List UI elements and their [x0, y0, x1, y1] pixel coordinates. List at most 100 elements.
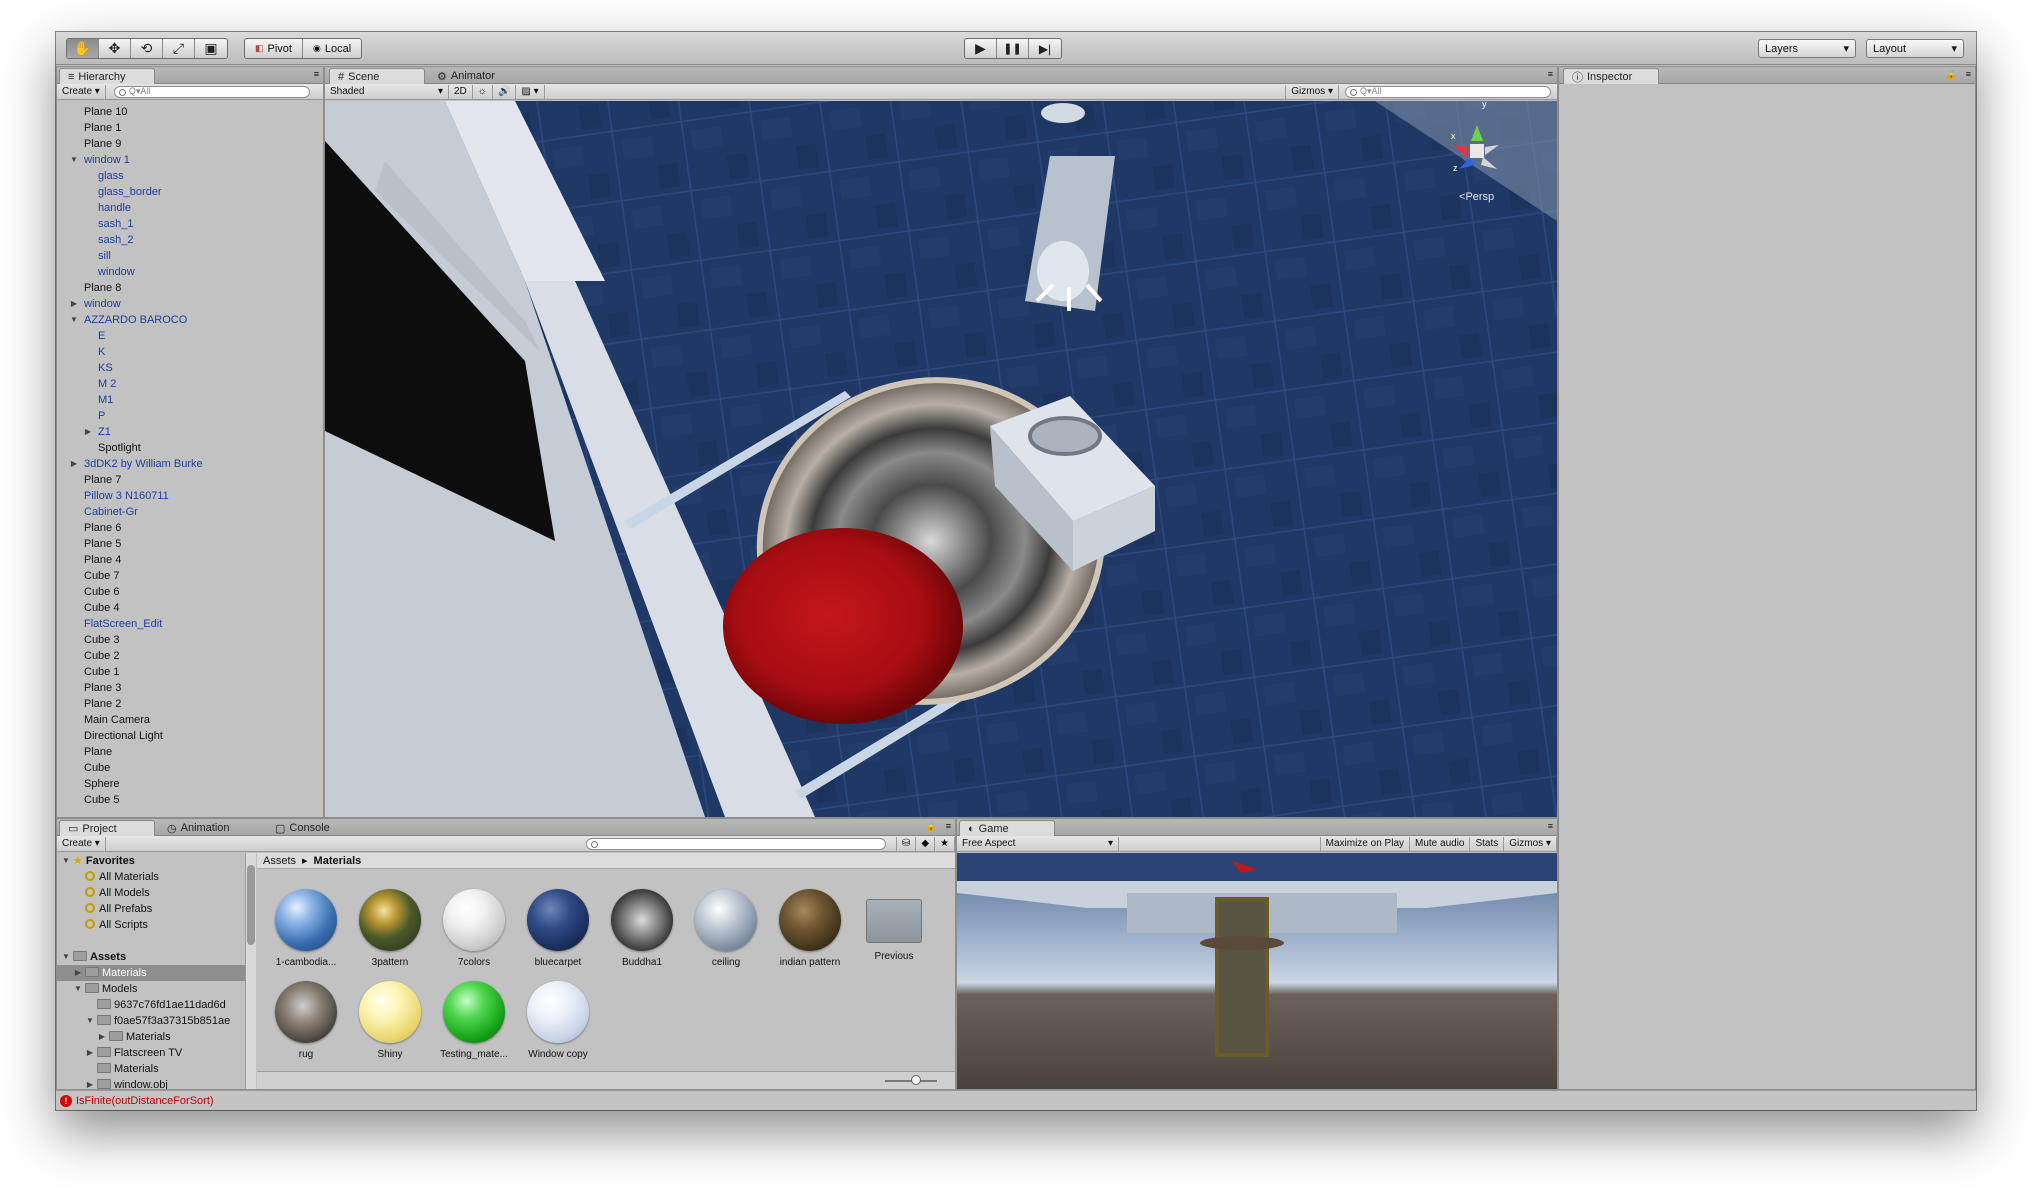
expand-arrow-icon[interactable]: ▼: [69, 312, 79, 328]
asset-item[interactable]: Previous: [859, 889, 929, 962]
project-tree-item[interactable]: All Materials: [57, 869, 245, 885]
hierarchy-item[interactable]: Cube 4: [57, 600, 323, 616]
shading-dropdown[interactable]: Shaded ▾: [325, 84, 449, 99]
hierarchy-item[interactable]: FlatScreen_Edit: [57, 616, 323, 632]
hierarchy-item[interactable]: Pillow 3 N160711: [57, 488, 323, 504]
tab-animator[interactable]: ⚙ Animator: [429, 68, 503, 84]
mute-audio-toggle[interactable]: Mute audio: [1410, 836, 1471, 851]
hierarchy-item[interactable]: Cube 7: [57, 568, 323, 584]
asset-item[interactable]: Shiny: [355, 981, 425, 1060]
lighting-toggle-icon[interactable]: ☼: [473, 84, 493, 99]
tab-console[interactable]: ▢ Console: [267, 820, 338, 836]
hierarchy-item[interactable]: Sphere: [57, 776, 323, 792]
asset-item[interactable]: ceiling: [691, 889, 761, 968]
hierarchy-item[interactable]: Plane 9: [57, 136, 323, 152]
hierarchy-item[interactable]: handle: [57, 200, 323, 216]
asset-item[interactable]: Window copy: [523, 981, 593, 1060]
project-tree-item[interactable]: ▶ Materials: [57, 965, 245, 981]
tree-scrollbar[interactable]: [245, 853, 256, 1089]
scrollbar-thumb[interactable]: [247, 865, 255, 945]
hierarchy-item[interactable]: Main Camera: [57, 712, 323, 728]
hierarchy-item[interactable]: Cabinet-Gr: [57, 504, 323, 520]
step-button[interactable]: ▶|: [1029, 39, 1061, 58]
move-tool-icon[interactable]: ✥: [99, 39, 131, 58]
pivot-button[interactable]: ◧ Pivot: [245, 39, 303, 58]
project-tree-item[interactable]: ▶ Materials: [57, 1029, 245, 1045]
hierarchy-search-input[interactable]: Q▾All: [113, 85, 310, 98]
panel-menu-icon[interactable]: ≡: [1548, 69, 1553, 79]
hierarchy-item[interactable]: Cube 6: [57, 584, 323, 600]
asset-item[interactable]: Testing_mate...: [439, 981, 509, 1060]
tab-scene[interactable]: # Scene: [329, 68, 425, 84]
tab-hierarchy[interactable]: ≡ Hierarchy: [59, 68, 155, 84]
projection-label[interactable]: <Persp: [1459, 191, 1494, 203]
tab-game[interactable]: ◐ Game: [959, 820, 1055, 836]
hierarchy-item[interactable]: glass: [57, 168, 323, 184]
collapse-arrow-icon[interactable]: ▶: [69, 456, 79, 472]
favorite-star-icon[interactable]: ★: [935, 836, 955, 851]
hand-tool-icon[interactable]: ✋: [67, 39, 99, 58]
collapse-arrow-icon[interactable]: ▶: [97, 1029, 107, 1045]
zoom-slider-handle[interactable]: [911, 1075, 921, 1085]
layout-dropdown[interactable]: Layout ▾: [1866, 39, 1964, 58]
create-button[interactable]: Create ▾: [57, 836, 106, 851]
hierarchy-item[interactable]: Spotlight: [57, 440, 323, 456]
breadcrumb-assets[interactable]: Assets: [263, 855, 296, 867]
expand-arrow-icon[interactable]: ▼: [73, 981, 83, 997]
expand-arrow-icon[interactable]: ▼: [61, 853, 71, 869]
hierarchy-item[interactable]: ▼ AZZARDO BAROCO: [57, 312, 323, 328]
hierarchy-item[interactable]: P: [57, 408, 323, 424]
scene-search-input[interactable]: Q▾All: [1345, 85, 1551, 98]
asset-item[interactable]: 3pattern: [355, 889, 425, 968]
error-message[interactable]: IsFinite(outDistanceForSort): [76, 1095, 214, 1107]
hierarchy-item[interactable]: ▼ window 1: [57, 152, 323, 168]
expand-arrow-icon[interactable]: ▼: [69, 152, 79, 168]
hierarchy-item[interactable]: M 2: [57, 376, 323, 392]
project-tree-item[interactable]: 9637c76fd1ae11dad6d: [57, 997, 245, 1013]
panel-menu-icon[interactable]: ≡: [946, 821, 951, 831]
aspect-dropdown[interactable]: Free Aspect ▾: [957, 836, 1119, 851]
hierarchy-item[interactable]: sash_1: [57, 216, 323, 232]
hierarchy-item[interactable]: Plane 1: [57, 120, 323, 136]
asset-item[interactable]: 7colors: [439, 889, 509, 968]
expand-arrow-icon[interactable]: ▼: [61, 949, 71, 965]
hierarchy-item[interactable]: Cube 3: [57, 632, 323, 648]
project-tree-item[interactable]: ▼ ★ Favorites: [57, 853, 245, 869]
game-gizmos-dropdown[interactable]: Gizmos ▾: [1504, 836, 1557, 851]
hierarchy-item[interactable]: Directional Light: [57, 728, 323, 744]
hierarchy-item[interactable]: Plane 6: [57, 520, 323, 536]
project-tree-item[interactable]: ▼ Models: [57, 981, 245, 997]
hierarchy-item[interactable]: Plane 10: [57, 104, 323, 120]
play-button[interactable]: ▶: [965, 39, 997, 58]
project-tree-item[interactable]: ▼ Assets: [57, 949, 245, 965]
project-tree-item[interactable]: All Scripts: [57, 917, 245, 933]
project-tree-item[interactable]: ▶ window.obj: [57, 1077, 245, 1089]
hierarchy-item[interactable]: Cube 2: [57, 648, 323, 664]
hierarchy-item[interactable]: window: [57, 264, 323, 280]
project-tree-item[interactable]: All Models: [57, 885, 245, 901]
hierarchy-item[interactable]: KS: [57, 360, 323, 376]
stats-toggle[interactable]: Stats: [1470, 836, 1505, 851]
asset-item[interactable]: Buddha1: [607, 889, 677, 968]
hierarchy-item[interactable]: K: [57, 344, 323, 360]
hierarchy-item[interactable]: sash_2: [57, 232, 323, 248]
collapse-arrow-icon[interactable]: ▶: [69, 296, 79, 312]
expand-arrow-icon[interactable]: ▼: [85, 1013, 95, 1029]
project-tree-item[interactable]: Materials: [57, 1061, 245, 1077]
hierarchy-item[interactable]: Cube 1: [57, 664, 323, 680]
hierarchy-item[interactable]: Plane 4: [57, 552, 323, 568]
layers-dropdown[interactable]: Layers ▾: [1758, 39, 1856, 58]
breadcrumb-materials[interactable]: Materials: [314, 855, 362, 867]
maximize-on-play-toggle[interactable]: Maximize on Play: [1319, 836, 1410, 851]
panel-menu-icon[interactable]: ≡: [314, 69, 319, 79]
local-button[interactable]: ◉ Local: [303, 39, 361, 58]
collapse-arrow-icon[interactable]: ▶: [85, 1045, 95, 1061]
lock-icon[interactable]: 🔒: [926, 821, 937, 832]
hierarchy-item[interactable]: Cube 5: [57, 792, 323, 808]
hierarchy-item[interactable]: sill: [57, 248, 323, 264]
hierarchy-item[interactable]: Plane 5: [57, 536, 323, 552]
hierarchy-item[interactable]: ▶ 3dDK2 by William Burke: [57, 456, 323, 472]
lock-icon[interactable]: 🔒: [1946, 69, 1957, 80]
scene-viewport[interactable]: y x z <Persp: [325, 101, 1557, 817]
scale-tool-icon[interactable]: ⤢: [163, 39, 195, 58]
